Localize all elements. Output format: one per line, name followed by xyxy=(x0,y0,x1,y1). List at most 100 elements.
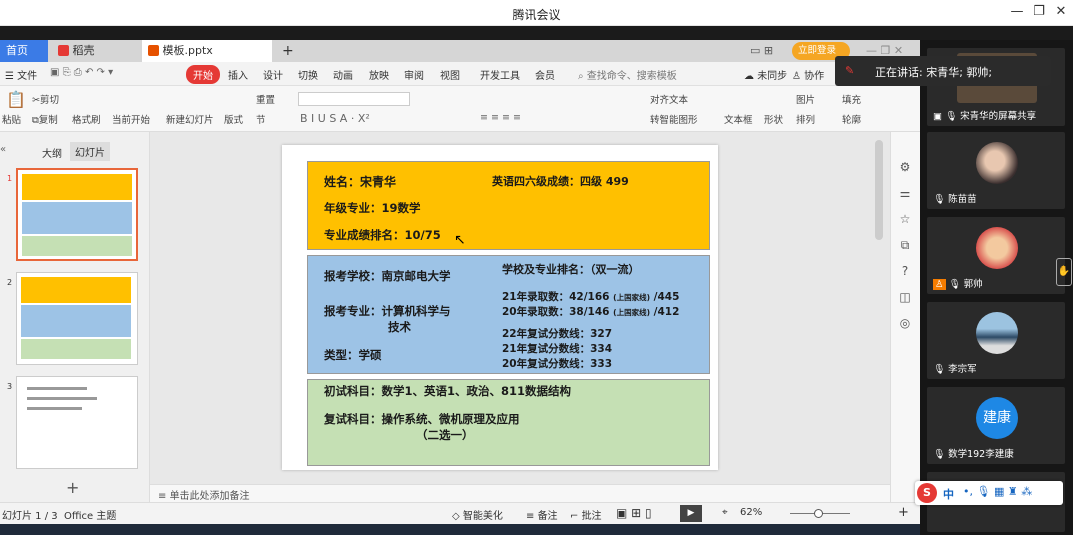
participant-name: 🎙 陈苗苗 xyxy=(933,194,977,205)
speaking-indicator: ✎ 正在讲话: 宋青华; 郭帅; xyxy=(835,56,1051,86)
notes-pane[interactable]: ≡ 单击此处添加备注 xyxy=(150,484,890,502)
align-text-button[interactable]: 对齐文本 xyxy=(650,92,688,106)
new-slide-button[interactable]: 新建幻灯片 xyxy=(166,112,214,126)
slide-thumbnail-3[interactable] xyxy=(16,376,138,469)
align-icons[interactable]: ≡ ≡ ≡ ≡ xyxy=(480,112,521,123)
section-button[interactable]: 节 xyxy=(256,112,266,126)
arrange-button[interactable]: 排列 xyxy=(796,112,815,126)
ime-chinese-mode[interactable]: 中 xyxy=(943,486,954,502)
help-icon[interactable]: ? xyxy=(896,262,914,280)
animation-icon[interactable]: ☆ xyxy=(896,210,914,228)
minimize-button[interactable]: — xyxy=(1008,4,1026,19)
participant-tile-1[interactable]: 🎙 陈苗苗 xyxy=(927,132,1065,209)
tab-slides[interactable]: 幻灯片 xyxy=(70,142,110,161)
copy-button[interactable]: ⧉复制 xyxy=(32,112,58,126)
zoom-slider-thumb[interactable] xyxy=(814,509,823,518)
participant-tile-4[interactable]: 建康 🎙 数学192李建康 xyxy=(927,387,1065,464)
hand-icon[interactable]: ✋ xyxy=(1056,258,1072,286)
from-current-button[interactable]: 当前开始 xyxy=(112,112,150,126)
notes-button[interactable]: ≡ 备注 xyxy=(526,507,558,522)
basic-info-box[interactable]: 姓名：宋青华 英语四六级成绩：四级 499 年级专业：19数学 专业成绩排名：1… xyxy=(307,161,710,250)
avatar xyxy=(976,312,1018,354)
copy-slide-icon[interactable]: ⧉ xyxy=(896,236,914,254)
menu-dev[interactable]: 开发工具 xyxy=(480,67,520,82)
adjust-icon[interactable]: ⚌ xyxy=(896,184,914,202)
tab-document[interactable]: 模板.pptx xyxy=(142,40,272,62)
sync-label: 未同步 xyxy=(757,71,788,82)
vertical-scrollbar[interactable] xyxy=(875,140,883,240)
grade-text: 年级专业：19数学 xyxy=(324,201,421,215)
collapse-panel-icon[interactable]: « xyxy=(0,144,6,155)
participant-name-label: 数学192李建康 xyxy=(948,449,1014,460)
smart-art-button[interactable]: 转智能图形 xyxy=(650,112,698,126)
restore-button[interactable]: ❐ xyxy=(1030,4,1048,19)
menu-design[interactable]: 设计 xyxy=(263,67,283,82)
format-painter-button[interactable]: 格式刷 xyxy=(72,112,101,126)
picture-button[interactable]: 图片 xyxy=(796,92,815,106)
menu-switch[interactable]: 切换 xyxy=(298,67,318,82)
menu-start[interactable]: 开始 xyxy=(186,65,220,84)
participant-tile-3[interactable]: 🎙 李宗军 xyxy=(927,302,1065,379)
cut-button[interactable]: ✂剪切 xyxy=(32,92,59,106)
thumb2-blue xyxy=(21,305,131,337)
window-title: 腾讯会议 xyxy=(512,8,561,22)
zoom-level[interactable]: 62% xyxy=(740,507,762,518)
major-text-2: 技术 xyxy=(388,320,411,334)
paste-button[interactable]: 粘贴 xyxy=(2,112,21,126)
close-button[interactable]: ✕ xyxy=(1052,4,1070,19)
ime-tool-icons[interactable]: •, 🎙 ▦ ♜ ⁂ xyxy=(963,485,1032,498)
slide-number-1: 1 xyxy=(7,174,13,183)
property-icon[interactable]: ⚙ xyxy=(896,158,914,176)
zoom-in-button[interactable]: + xyxy=(898,505,909,520)
search-icon: ⌕ xyxy=(578,71,584,82)
thumb3-line1 xyxy=(27,387,87,390)
school-info-box[interactable]: 报考学校：南京邮电大学 学校及专业排名：（双一流） 报考专业：计算机科学与 技术… xyxy=(307,255,710,374)
textbox-button[interactable]: 文本框 xyxy=(724,112,753,126)
rank-text: 专业成绩排名：10/75 xyxy=(324,228,441,242)
slide-thumbnail-1[interactable] xyxy=(16,168,138,261)
menu-view[interactable]: 视图 xyxy=(440,67,460,82)
menu-anim[interactable]: 动画 xyxy=(333,67,353,82)
participant-tile-2[interactable]: ♙ 🎙 郭帅 xyxy=(927,217,1065,294)
tab-home[interactable]: 首页 xyxy=(0,40,48,62)
choice-text: （二选一） xyxy=(416,428,474,442)
menu-member[interactable]: 会员 xyxy=(535,67,555,82)
subjects-box[interactable]: 初试科目：数学1、英语1、政治、811数据结构 复试科目：操作系统、微机原理及应… xyxy=(307,379,710,466)
outline-button[interactable]: 轮廓 xyxy=(842,112,861,126)
comment-button[interactable]: ⌐ 批注 xyxy=(570,507,602,522)
notes-placeholder[interactable]: ≡ 单击此处添加备注 xyxy=(158,487,250,502)
tab-outline[interactable]: 大纲 xyxy=(42,145,62,160)
sync-status[interactable]: ☁ 未同步 xyxy=(744,67,787,82)
reset-button[interactable]: 重置 xyxy=(256,92,275,106)
slide-thumbnail-2[interactable] xyxy=(16,272,138,365)
paste-icon[interactable]: 📋 xyxy=(6,90,26,109)
quick-access-icons[interactable]: ▣ ⎘ ⎙ ↶ ↷ ▾ xyxy=(50,67,113,78)
window-titlebar: 腾讯会议 — ❐ ✕ xyxy=(0,0,1073,26)
layout-icon[interactable]: ▭ ⊞ xyxy=(744,40,773,62)
fit-icon[interactable]: ⌖ xyxy=(722,507,728,518)
menu-insert[interactable]: 插入 xyxy=(228,67,248,82)
font-style-icons[interactable]: B I U S A · X² xyxy=(300,112,370,125)
fill-button[interactable]: 填充 xyxy=(842,92,861,106)
slide-1[interactable]: 姓名：宋青华 英语四六级成绩：四级 499 年级专业：19数学 专业成绩排名：1… xyxy=(282,145,718,470)
beautify-button[interactable]: ◇ 智能美化 xyxy=(452,507,503,522)
layout-button[interactable]: 版式 xyxy=(224,112,243,126)
menu-file[interactable]: ☰ 文件 xyxy=(5,67,37,82)
play-slideshow-button[interactable]: ▶ xyxy=(680,505,702,522)
menu-review[interactable]: 审阅 xyxy=(404,67,424,82)
participant-name: 🎙 李宗军 xyxy=(933,364,977,375)
view-mode-icons[interactable]: ▣ ⊞ ▯ xyxy=(616,506,652,520)
share-name: ▣ 🎙 宋青华的屏幕共享 xyxy=(933,111,1037,122)
location-icon[interactable]: ◎ xyxy=(896,314,914,332)
add-slide-button[interactable]: + xyxy=(66,478,79,497)
input-method-bar[interactable]: S 中 •, 🎙 ▦ ♜ ⁂ xyxy=(915,481,1063,505)
search-command[interactable]: ⌕ 查找命令、搜索模板 xyxy=(578,67,677,82)
menu-show[interactable]: 放映 xyxy=(369,67,389,82)
new-tab-button[interactable]: + xyxy=(276,40,294,62)
shape-button[interactable]: 形状 xyxy=(764,112,783,126)
collab-button[interactable]: ♙ 协作 xyxy=(792,67,824,82)
record-icon[interactable]: ◫ xyxy=(896,288,914,306)
font-select[interactable] xyxy=(298,92,410,106)
theme-name[interactable]: Office 主题 xyxy=(64,507,116,522)
tab-wps[interactable]: 稻壳 xyxy=(52,40,134,62)
